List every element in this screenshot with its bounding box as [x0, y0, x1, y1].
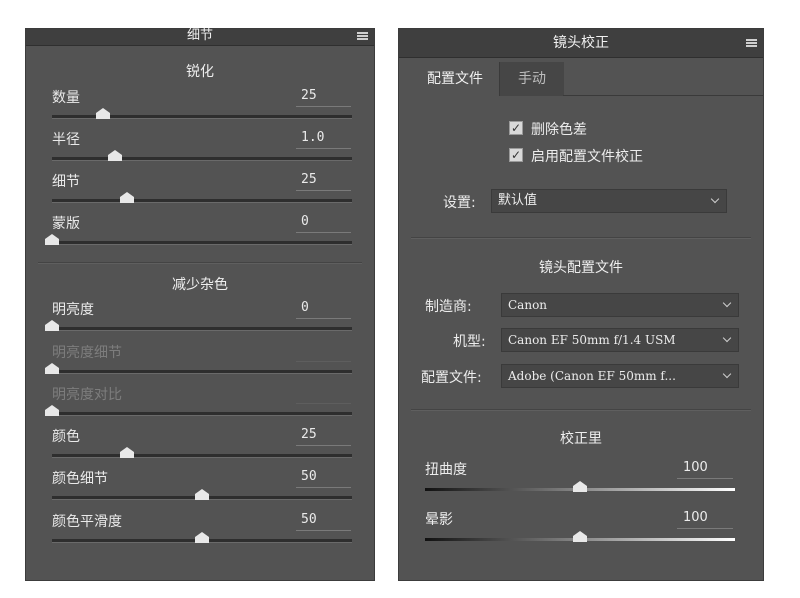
model-select[interactable]: Canon EF 50mm f/1.4 USM	[501, 328, 739, 352]
slider-value-input[interactable]: 50	[296, 511, 351, 531]
slider-distortion: 扭曲度 100	[399, 457, 765, 499]
slider-label: 明亮度对比	[52, 387, 122, 403]
slider-value-input[interactable]: 25	[296, 426, 351, 446]
lens-correction-header: 镜头校正	[399, 29, 763, 58]
section-divider	[411, 237, 751, 239]
chevron-down-icon	[722, 369, 732, 379]
profile-select[interactable]: Adobe (Canon EF 50mm f...	[501, 364, 739, 388]
profile-value: Adobe (Canon EF 50mm f...	[508, 369, 676, 383]
make-value: Canon	[508, 298, 548, 312]
checkbox-label: 启用配置文件校正	[531, 149, 643, 165]
slider-label: 颜色	[52, 429, 80, 445]
slider-value-input[interactable]: 25	[296, 87, 351, 107]
section-divider	[411, 409, 751, 411]
slider-value-input[interactable]: 1.0	[296, 129, 351, 149]
slider-luminance-contrast: 明亮度对比	[26, 382, 376, 424]
chevron-down-icon	[722, 298, 732, 308]
detail-panel: 细节 锐化 数量 25 半径 1.0 细节 25 蒙版 0 减少杂色 明亮度 0…	[25, 28, 375, 581]
slider-luminance-detail: 明亮度细节	[26, 340, 376, 382]
slider-detail: 细节 25	[26, 169, 376, 211]
slider-masking: 蒙版 0	[26, 211, 376, 253]
slider-value-input[interactable]: 25	[296, 171, 351, 191]
lens-tabs: 配置文件 手动	[399, 58, 763, 96]
chevron-down-icon	[710, 194, 720, 204]
setup-select[interactable]: 默认值	[491, 189, 727, 213]
model-value: Canon EF 50mm f/1.4 USM	[508, 333, 676, 347]
slider-value-input[interactable]: 100	[677, 459, 733, 479]
slider-radius: 半径 1.0	[26, 127, 376, 169]
correction-amount-title: 校正里	[560, 431, 602, 447]
slider-label: 细节	[52, 174, 80, 190]
model-label: 机型:	[453, 334, 486, 350]
slider-label: 明亮度	[52, 302, 94, 318]
noise-reduction-title: 减少杂色	[172, 277, 228, 293]
slider-label: 扭曲度	[425, 462, 467, 478]
slider-value-input	[296, 342, 351, 362]
slider-track[interactable]	[52, 150, 352, 161]
lens-profile-title: 镜头配置文件	[539, 260, 623, 276]
detail-panel-title: 细节	[186, 28, 213, 43]
checkbox-label: 删除色差	[531, 122, 587, 138]
slider-vignetting: 晕影 100	[399, 507, 765, 549]
detail-panel-header: 细节	[26, 29, 374, 46]
panel-menu-icon[interactable]	[357, 32, 368, 40]
slider-color: 颜色 25	[26, 424, 376, 466]
tabs-underline	[563, 95, 763, 96]
panel-menu-icon[interactable]	[746, 39, 757, 47]
slider-luminance: 明亮度 0	[26, 297, 376, 339]
lens-correction-title: 镜头校正	[553, 35, 609, 51]
checkbox-checked-icon[interactable]: ✓	[509, 121, 523, 135]
slider-label: 数量	[52, 90, 80, 106]
slider-label: 蒙版	[52, 216, 80, 232]
slider-label: 晕影	[425, 512, 453, 528]
slider-track[interactable]	[425, 531, 735, 542]
setup-label: 设置:	[443, 195, 476, 211]
slider-color-detail: 颜色细节 50	[26, 466, 376, 508]
section-divider	[38, 262, 362, 264]
lens-correction-panel: 镜头校正 配置文件 手动 ✓ 删除色差 ✓ 启用配置文件校正 设置: 默认值 镜…	[398, 28, 764, 581]
slider-amount: 数量 25	[26, 85, 376, 127]
checkbox-checked-icon[interactable]: ✓	[509, 148, 523, 162]
slider-track[interactable]	[52, 532, 352, 543]
slider-value-input[interactable]: 50	[296, 468, 351, 488]
tab-profile[interactable]: 配置文件	[411, 62, 499, 96]
slider-value-input[interactable]: 100	[677, 509, 733, 529]
slider-track[interactable]	[52, 489, 352, 500]
slider-value-input[interactable]: 0	[296, 299, 351, 319]
slider-track[interactable]	[45, 234, 352, 245]
slider-label: 颜色细节	[52, 471, 108, 487]
slider-color-smoothness: 颜色平滑度 50	[26, 509, 376, 551]
slider-track[interactable]	[52, 192, 352, 203]
slider-label: 半径	[52, 132, 80, 148]
slider-track[interactable]	[45, 320, 352, 331]
slider-track[interactable]	[52, 108, 352, 119]
sharpening-title: 锐化	[186, 64, 214, 80]
slider-track	[45, 405, 352, 416]
slider-value-input[interactable]: 0	[296, 213, 351, 233]
make-label: 制造商:	[425, 299, 472, 315]
slider-track	[45, 363, 352, 374]
make-select[interactable]: Canon	[501, 293, 739, 317]
slider-label: 颜色平滑度	[52, 514, 122, 530]
tab-manual[interactable]: 手动	[499, 62, 564, 96]
slider-track[interactable]	[425, 481, 735, 492]
slider-track[interactable]	[52, 447, 352, 458]
slider-label: 明亮度细节	[52, 345, 122, 361]
profile-label: 配置文件:	[421, 370, 482, 386]
slider-value-input	[296, 384, 351, 404]
setup-value: 默认值	[498, 193, 538, 208]
chevron-down-icon	[722, 333, 732, 343]
